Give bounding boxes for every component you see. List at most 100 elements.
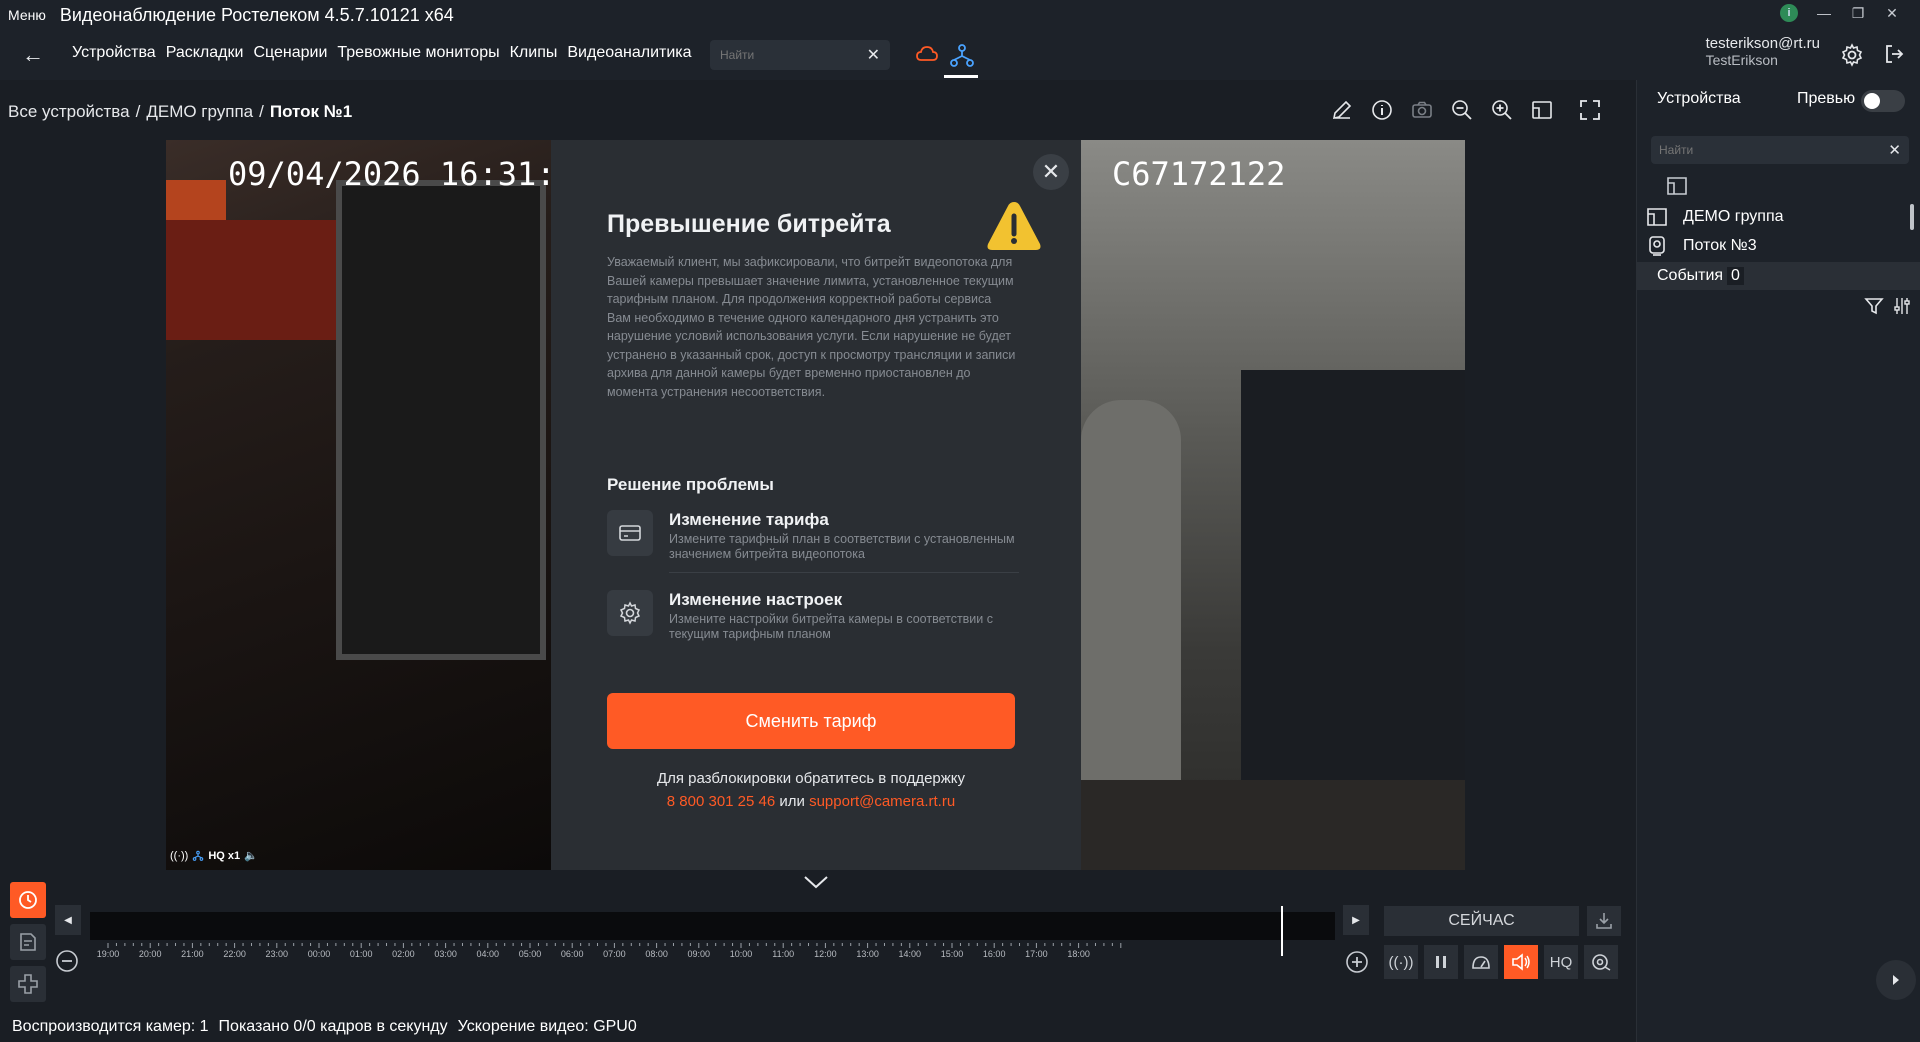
zoom-in-icon[interactable] [1490,98,1514,122]
video-feed-right[interactable] [1081,140,1465,870]
clear-search-icon[interactable]: ✕ [1888,141,1901,159]
network-topology-icon[interactable] [948,42,976,70]
preview-toggle[interactable] [1861,90,1905,112]
clear-search-icon[interactable]: ✕ [867,45,880,65]
chevron-down-icon[interactable] [802,874,830,890]
menu-button[interactable]: Меню [8,7,46,23]
layout-icon [1647,208,1667,226]
support-email-link[interactable]: support@camera.rt.ru [809,793,955,810]
timeline-zoom-in-icon[interactable] [1345,950,1369,974]
nav-alarm-monitors[interactable]: Тревожные мониторы [337,44,499,62]
status-frames: Показано 0/0 кадров в секунду [218,1018,448,1035]
breadcrumb-demo-group[interactable]: ДЕМО группа [146,102,253,122]
nav-search-input[interactable] [720,48,860,62]
tree-scrollbar[interactable] [1910,204,1914,230]
support-phone-link[interactable]: 8 800 301 25 46 [667,793,775,810]
now-button[interactable]: СЕЙЧАС [1384,906,1579,936]
download-icon [1596,913,1612,929]
connection-status-icon[interactable]: i [1780,4,1798,22]
nav-search-box: ✕ [710,40,890,70]
status-cameras: Воспроизводится камер: 1 [12,1018,209,1035]
restore-icon[interactable]: ❐ [1850,5,1866,22]
warning-icon [987,202,1041,250]
status-accel: Ускорение видео: GPU0 [457,1018,637,1035]
timeline-labels: 19:00 20:00 21:00 22:00 23:00 00:00 01:00 02:00… [90,949,1335,963]
pencil-icon[interactable] [1330,98,1354,122]
sliders-icon[interactable] [1892,296,1912,316]
timeline-prev-button[interactable]: ◀ [55,905,81,935]
modal-close-button[interactable]: ✕ [1033,154,1069,190]
solution-change-settings[interactable]: Изменение настроек Измените настройки би… [607,590,1017,650]
nav-video-analytics[interactable]: Видеоаналитика [567,44,691,62]
events-section[interactable]: События 0 [1637,262,1920,290]
hq-speed-label: HQ x1 [208,849,241,862]
timeline-label: 05:00 [518,949,542,959]
timeline-cursor[interactable] [1281,906,1283,956]
zoom-out-icon[interactable] [1450,98,1474,122]
solution-change-tariff[interactable]: Изменение тарифа Измените тарифный план … [607,510,1019,573]
timeline-label: 09:00 [687,949,711,959]
filter-icon[interactable] [1864,296,1884,316]
support-or: или [779,793,805,810]
timeline-label: 02:00 [392,949,415,959]
pause-button[interactable] [1424,945,1458,979]
hq-button[interactable]: HQ [1544,945,1578,979]
info-icon[interactable] [1370,98,1394,122]
nav-clips[interactable]: Клипы [510,44,558,62]
back-arrow-icon[interactable]: ← [22,42,44,68]
devices-search-input[interactable] [1659,143,1859,157]
detection-button[interactable] [1584,945,1618,979]
timeline-label: 11:00 [772,949,795,959]
breadcrumb-separator: / [135,102,141,121]
speed-button[interactable] [1464,945,1498,979]
timeline-label: 06:00 [560,949,584,959]
tree-item-demo-group[interactable]: ДЕМО группа [1637,202,1920,232]
timeline-label: 18:00 [1067,949,1090,959]
download-button[interactable] [1587,906,1621,936]
sound-button[interactable] [1504,945,1538,979]
breadcrumb-all-devices[interactable]: Все устройства [8,102,130,122]
layout-icon[interactable] [1665,175,1689,197]
archive-clock-button[interactable] [10,882,46,918]
video-feed-left[interactable] [166,140,551,870]
support-contacts: 8 800 301 25 46 или support@camera.rt.ru [607,790,1015,813]
gear-icon[interactable] [1840,43,1864,67]
user-name: TestErikson [1705,52,1778,68]
events-label: События [1657,267,1724,284]
fullscreen-icon[interactable] [1578,98,1602,122]
close-window-icon[interactable]: ✕ [1884,5,1900,22]
solution-tariff-desc: Измените тарифный план в соответствии с … [669,532,1015,561]
network-topology-icon [193,850,204,861]
broadcast-icon: ((·)) [1388,953,1414,971]
devices-search-box: ✕ [1651,136,1909,164]
nav-layouts[interactable]: Раскладки [166,44,244,62]
divider [669,572,1019,573]
ptz-cross-icon [18,974,38,994]
timeline-track[interactable] [90,912,1335,940]
view-toolbar [1330,98,1602,122]
panel-expand-button[interactable] [1876,960,1916,1000]
minimize-icon[interactable]: — [1816,5,1832,21]
timeline-label: 01:00 [349,949,373,959]
logout-icon[interactable] [1884,44,1904,64]
cloud-icon[interactable] [915,44,939,64]
live-broadcast-button[interactable]: ((·)) [1384,945,1418,979]
toggle-knob [1864,93,1880,109]
nav-scenarios[interactable]: Сценарии [253,44,327,62]
video-timestamp-overlay: 09/04/2026 16:31:19 [228,155,595,193]
modal-body-text: Уважаемый клиент, мы зафиксировали, что … [607,255,1016,399]
pause-icon [1436,956,1446,968]
ptz-button[interactable] [10,966,46,1002]
export-button[interactable] [10,924,46,960]
user-info[interactable]: testerikson@rt.ru TestErikson [1706,35,1820,69]
tree-item-stream[interactable]: Поток №3 [1637,232,1920,260]
modal-title: Превышение битрейта [607,210,891,238]
timeline-next-button[interactable]: ▶ [1343,905,1369,935]
camera-snapshot-icon[interactable] [1410,98,1434,122]
change-tariff-button[interactable]: Сменить тариф [607,693,1015,749]
nav-devices[interactable]: Устройства [72,44,156,62]
timeline-label: 00:00 [307,949,331,959]
layout-icon[interactable] [1530,98,1554,122]
timeline-zoom-out-icon[interactable] [55,949,79,973]
user-email: testerikson@rt.ru [1705,35,1820,52]
